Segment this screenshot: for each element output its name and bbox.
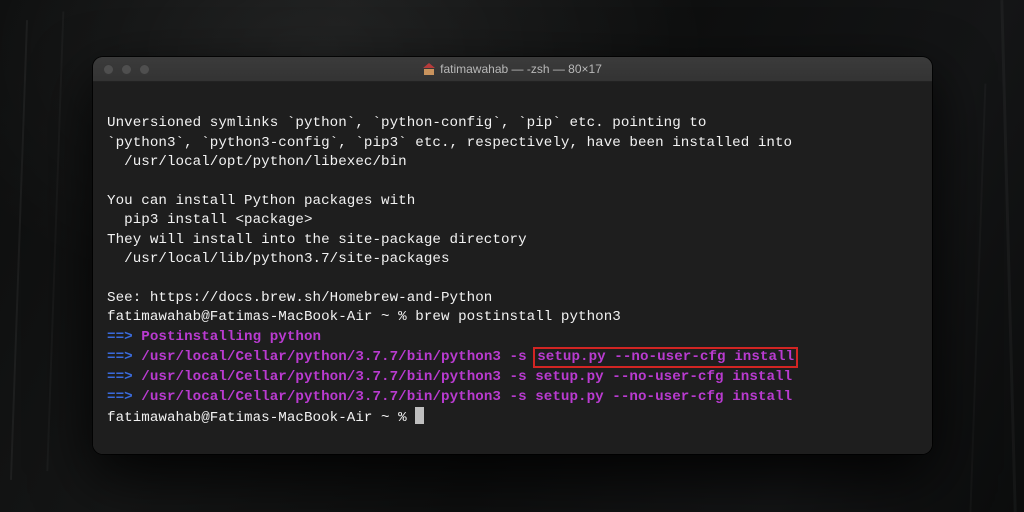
output-line: ==> /usr/local/Cellar/python/3.7.7/bin/p… [107, 369, 792, 385]
output-line: You can install Python packages with [107, 193, 415, 209]
titlebar[interactable]: fatimawahab — -zsh — 80×17 [93, 57, 932, 82]
output-line: pip3 install <package> [107, 212, 313, 228]
output-line: ==> Postinstalling python [107, 329, 321, 345]
output-line: Unversioned symlinks `python`, `python-c… [107, 115, 706, 131]
arrow-prefix: ==> [107, 349, 133, 365]
arrow-prefix: ==> [107, 369, 133, 385]
step-text: setup.py --no-user-cfg install [535, 369, 792, 385]
terminal-window: fatimawahab — -zsh — 80×17 Unversioned s… [93, 57, 932, 454]
step-text: /usr/local/Cellar/python/3.7.7/bin/pytho… [133, 349, 536, 365]
output-line: They will install into the site-package … [107, 232, 527, 248]
output-line: /usr/local/opt/python/libexec/bin [107, 154, 407, 170]
output-line: ==> /usr/local/Cellar/python/3.7.7/bin/p… [107, 349, 798, 365]
terminal-body[interactable]: Unversioned symlinks `python`, `python-c… [93, 82, 932, 454]
prompt-line: fatimawahab@Fatimas-MacBook-Air ~ % [107, 410, 424, 426]
close-icon[interactable] [103, 64, 114, 75]
step-text: Postinstalling python [133, 329, 321, 345]
output-line: fatimawahab@Fatimas-MacBook-Air ~ % brew… [107, 309, 621, 325]
step-text: setup.py --no-user-cfg install [537, 349, 794, 365]
minimize-icon[interactable] [121, 64, 132, 75]
arrow-prefix: ==> [107, 329, 133, 345]
output-line: See: https://docs.brew.sh/Homebrew-and-P… [107, 290, 492, 306]
arrow-prefix: ==> [107, 389, 133, 405]
step-text: /usr/local/Cellar/python/3.7.7/bin/pytho… [133, 369, 536, 385]
highlight-box: setup.py --no-user-cfg install [533, 347, 798, 368]
window-title: fatimawahab — -zsh — 80×17 [93, 62, 932, 76]
cursor-block [415, 407, 424, 424]
title-text: fatimawahab — -zsh — 80×17 [440, 62, 602, 76]
window-controls [103, 64, 150, 75]
output-line: `python3`, `python3-config`, `pip3` etc.… [107, 135, 792, 151]
step-text: setup.py --no-user-cfg install [535, 389, 792, 405]
prompt-text: fatimawahab@Fatimas-MacBook-Air ~ % [107, 410, 415, 426]
output-line: ==> /usr/local/Cellar/python/3.7.7/bin/p… [107, 389, 792, 405]
zoom-icon[interactable] [139, 64, 150, 75]
step-text: /usr/local/Cellar/python/3.7.7/bin/pytho… [133, 389, 536, 405]
home-icon [423, 64, 435, 75]
output-line: /usr/local/lib/python3.7/site-packages [107, 251, 450, 267]
